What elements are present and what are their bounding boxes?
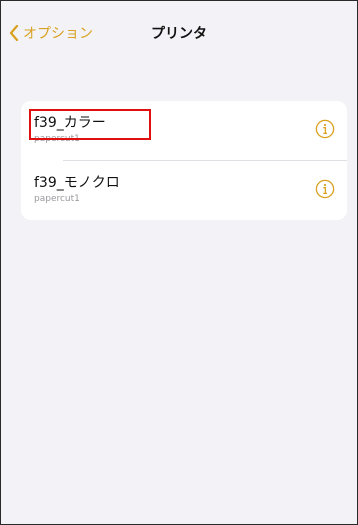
info-icon[interactable] xyxy=(315,179,335,199)
info-icon[interactable] xyxy=(315,119,335,139)
page-title: プリンタ xyxy=(151,26,207,42)
printer-row[interactable]: f39_モノクロ papercut1 xyxy=(21,161,347,219)
printer-name: f39_モノクロ xyxy=(34,175,120,191)
screen-frame: オプション プリンタ f39_カラー papercut1 f39_モノクロ pa… xyxy=(0,0,358,525)
navigation-bar: オプション プリンタ xyxy=(1,1,357,65)
printer-server: papercut1 xyxy=(34,194,80,204)
highlight-box xyxy=(29,109,151,140)
